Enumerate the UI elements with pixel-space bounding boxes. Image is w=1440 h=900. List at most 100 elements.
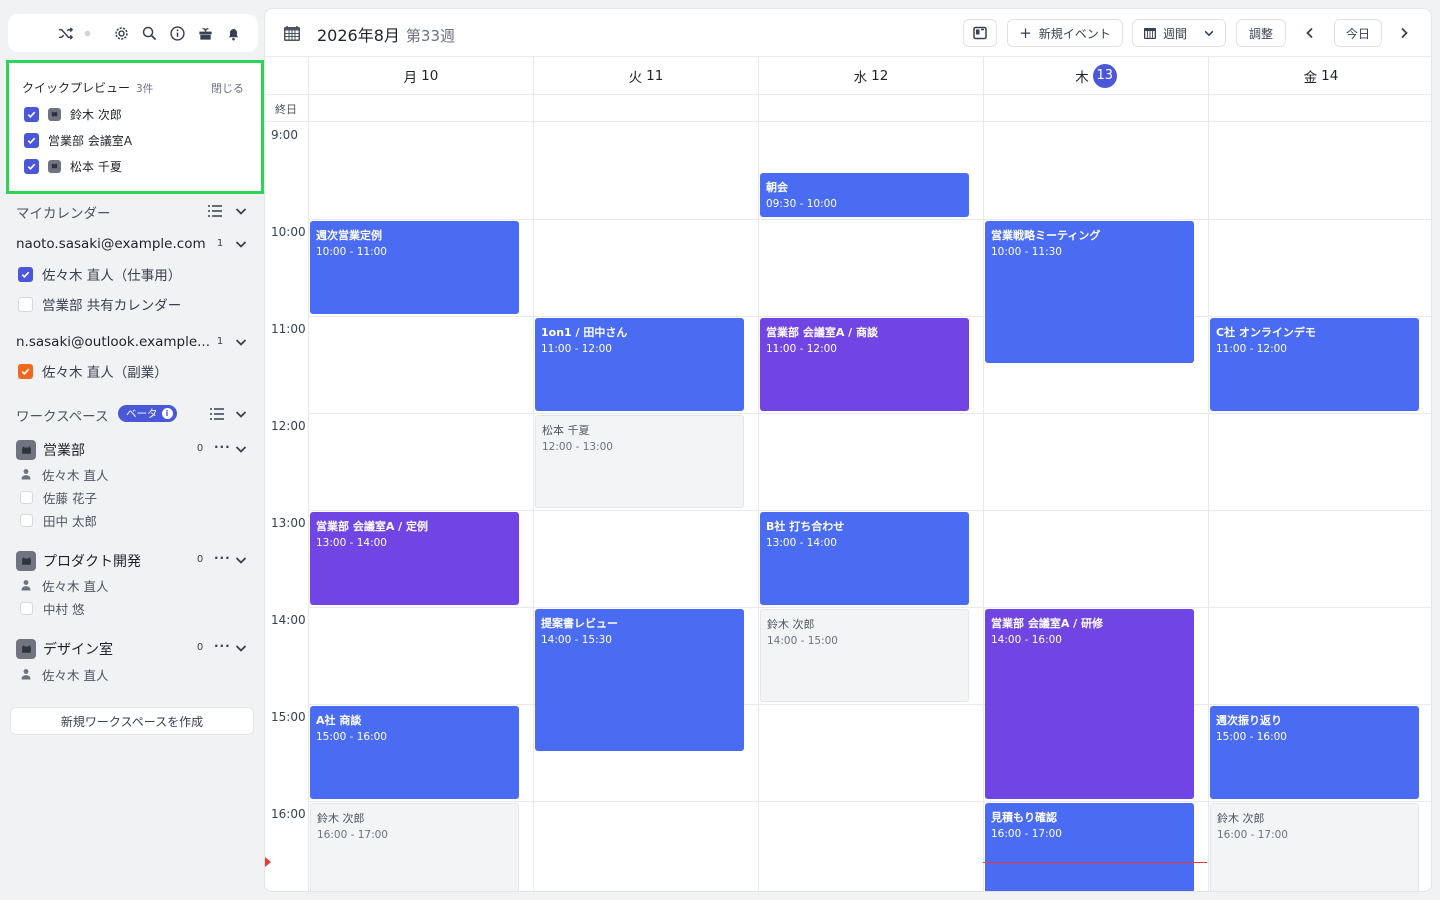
workspace-item[interactable]: 営業部 [16,440,85,460]
quick-preview-count: 3件 [136,83,154,95]
adjust-button[interactable]: 調整 [1236,19,1286,47]
chevron-down-icon[interactable] [234,335,248,349]
calendar-event[interactable]: C社 オンラインデモ 11:00 - 12:00 [1210,318,1419,411]
checkbox[interactable] [24,132,39,148]
chevron-down-icon[interactable] [234,553,248,567]
day-of-week: 火 [628,69,643,86]
checkbox[interactable] [24,106,39,122]
quick-preview-close-button[interactable]: 閉じる [211,80,244,96]
calendar-item[interactable]: 佐々木 直人（仕事用） [18,264,181,284]
event-title: 1on1 / 田中さん [541,326,628,339]
day-header[interactable]: 水 12 [758,57,983,94]
checkbox[interactable] [18,363,33,379]
hour-label: 11:00 [271,322,306,336]
event-title: C社 オンラインデモ [1216,326,1316,339]
calendar-event[interactable]: 鈴木 次郎 16:00 - 17:00 [1210,803,1419,891]
quick-preview-item[interactable]: 松本 千夏 [24,157,122,175]
chevron-down-icon[interactable] [234,407,248,421]
new-workspace-button[interactable]: 新規ワークスペースを作成 [10,707,254,735]
day-header[interactable]: 金 14 [1208,57,1431,94]
workspace-member[interactable]: 田中 太郎 [20,511,97,529]
calendar-event[interactable]: 営業戦略ミーティング 10:00 - 11:30 [985,221,1194,363]
calendar-event[interactable]: B社 打ち合わせ 13:00 - 14:00 [760,512,969,605]
workspace-member[interactable]: 中村 悠 [20,599,84,617]
checkbox[interactable] [20,490,33,504]
layout-toggle-button[interactable] [963,19,997,47]
calendar-event[interactable]: 1on1 / 田中さん 11:00 - 12:00 [535,318,744,411]
workspace-name: デザイン室 [43,642,113,658]
calendar-event[interactable]: 鈴木 次郎 16:00 - 17:00 [310,803,519,891]
calendar-event[interactable]: 営業部 会議室A / 定例 13:00 - 14:00 [310,512,519,605]
calendar-event[interactable]: 営業部 会議室A / 商談 11:00 - 12:00 [760,318,969,411]
workspace-member[interactable]: 佐々木 直人 [20,665,108,683]
calendar-event[interactable]: 見積もり確認 16:00 - 17:00 [985,803,1194,891]
shuffle-icon[interactable] [56,24,74,42]
calendar-event[interactable]: 週次営業定例 10:00 - 11:00 [310,221,519,314]
gift-icon[interactable] [196,24,214,42]
prev-week-button[interactable] [1296,19,1324,47]
hour-label: 12:00 [271,419,306,433]
more-options-icon[interactable]: ··· [214,639,231,653]
checkbox[interactable] [20,513,33,527]
chevron-down-icon[interactable] [234,237,248,251]
checkbox[interactable] [20,601,33,615]
all-day-row[interactable] [265,94,1431,122]
event-time: 11:00 - 12:00 [1216,343,1287,355]
info-icon[interactable] [168,24,186,42]
calendar-event[interactable]: 提案書レビュー 14:00 - 15:30 [535,609,744,751]
calendar-icon [1143,28,1156,39]
day-header[interactable]: 木 13 [983,57,1208,94]
calendar-item[interactable]: 佐々木 直人（副業） [18,361,168,381]
calendar-item-label: 佐々木 直人（仕事用） [42,268,182,284]
account-email: n.sasaki@outlook.example... [16,334,210,350]
list-icon[interactable] [209,407,225,421]
hour-label: 10:00 [271,225,306,239]
more-options-icon[interactable]: ··· [214,440,231,454]
more-options-icon[interactable]: ··· [214,551,231,565]
chevron-down-icon[interactable] [234,641,248,655]
calendar-event[interactable]: 営業部 会議室A / 研修 14:00 - 16:00 [985,609,1194,799]
chevron-down-icon[interactable] [234,204,248,218]
workspace-member[interactable]: 佐々木 直人 [20,465,108,483]
workspace-item[interactable]: デザイン室 [16,639,113,659]
bell-icon[interactable] [224,24,242,42]
search-icon[interactable] [140,24,158,42]
hour-line [308,316,1431,317]
calendar-item[interactable]: 営業部 共有カレンダー [18,294,181,314]
quick-preview-item[interactable]: 鈴木 次郎 [24,105,122,123]
quick-preview-item[interactable]: 営業部 会議室A [24,131,132,149]
chevron-down-icon[interactable] [234,442,248,456]
account-count-badge: 1 [216,238,224,249]
event-title: 鈴木 次郎 [767,618,815,631]
workspace-member[interactable]: 佐藤 花子 [20,488,97,506]
gear-icon[interactable] [112,24,130,42]
checkbox[interactable] [18,266,33,282]
today-button[interactable]: 今日 [1334,19,1382,47]
day-header[interactable]: 火 11 [533,57,758,94]
hour-line [308,510,1431,511]
list-icon[interactable] [207,204,223,218]
checkbox[interactable] [18,296,33,312]
workspace-member-label: 佐々木 直人 [42,667,109,683]
day-header[interactable]: 月 10 [308,57,533,94]
calendar-event[interactable]: 松本 千夏 12:00 - 13:00 [535,415,744,508]
sidebar-toolbar [8,14,258,52]
hour-label: 13:00 [271,516,306,530]
event-time: 14:00 - 16:00 [991,634,1062,646]
new-event-button[interactable]: + 新規イベント [1007,19,1123,47]
calendar-event[interactable]: 週次振り返り 15:00 - 16:00 [1210,706,1419,799]
view-select[interactable]: 週間 [1132,19,1226,47]
workspace-member[interactable]: 佐々木 直人 [20,576,108,594]
calendar-event[interactable]: 鈴木 次郎 14:00 - 15:00 [760,609,969,702]
calendar-icon [284,26,300,41]
event-title: B社 打ち合わせ [766,520,845,533]
checkbox[interactable] [24,158,39,174]
next-week-button[interactable] [1390,19,1418,47]
calendar-event[interactable]: A社 商談 15:00 - 16:00 [310,706,519,799]
calendar-event[interactable]: 朝会 09:30 - 10:00 [760,172,969,217]
calendar-item-label: 佐々木 直人（副業） [42,365,168,381]
workspace-item[interactable]: プロダクト開発 [16,551,141,571]
info-icon: i [161,408,173,419]
workspace-avatar-icon [16,551,36,571]
event-title: 週次営業定例 [316,229,382,242]
